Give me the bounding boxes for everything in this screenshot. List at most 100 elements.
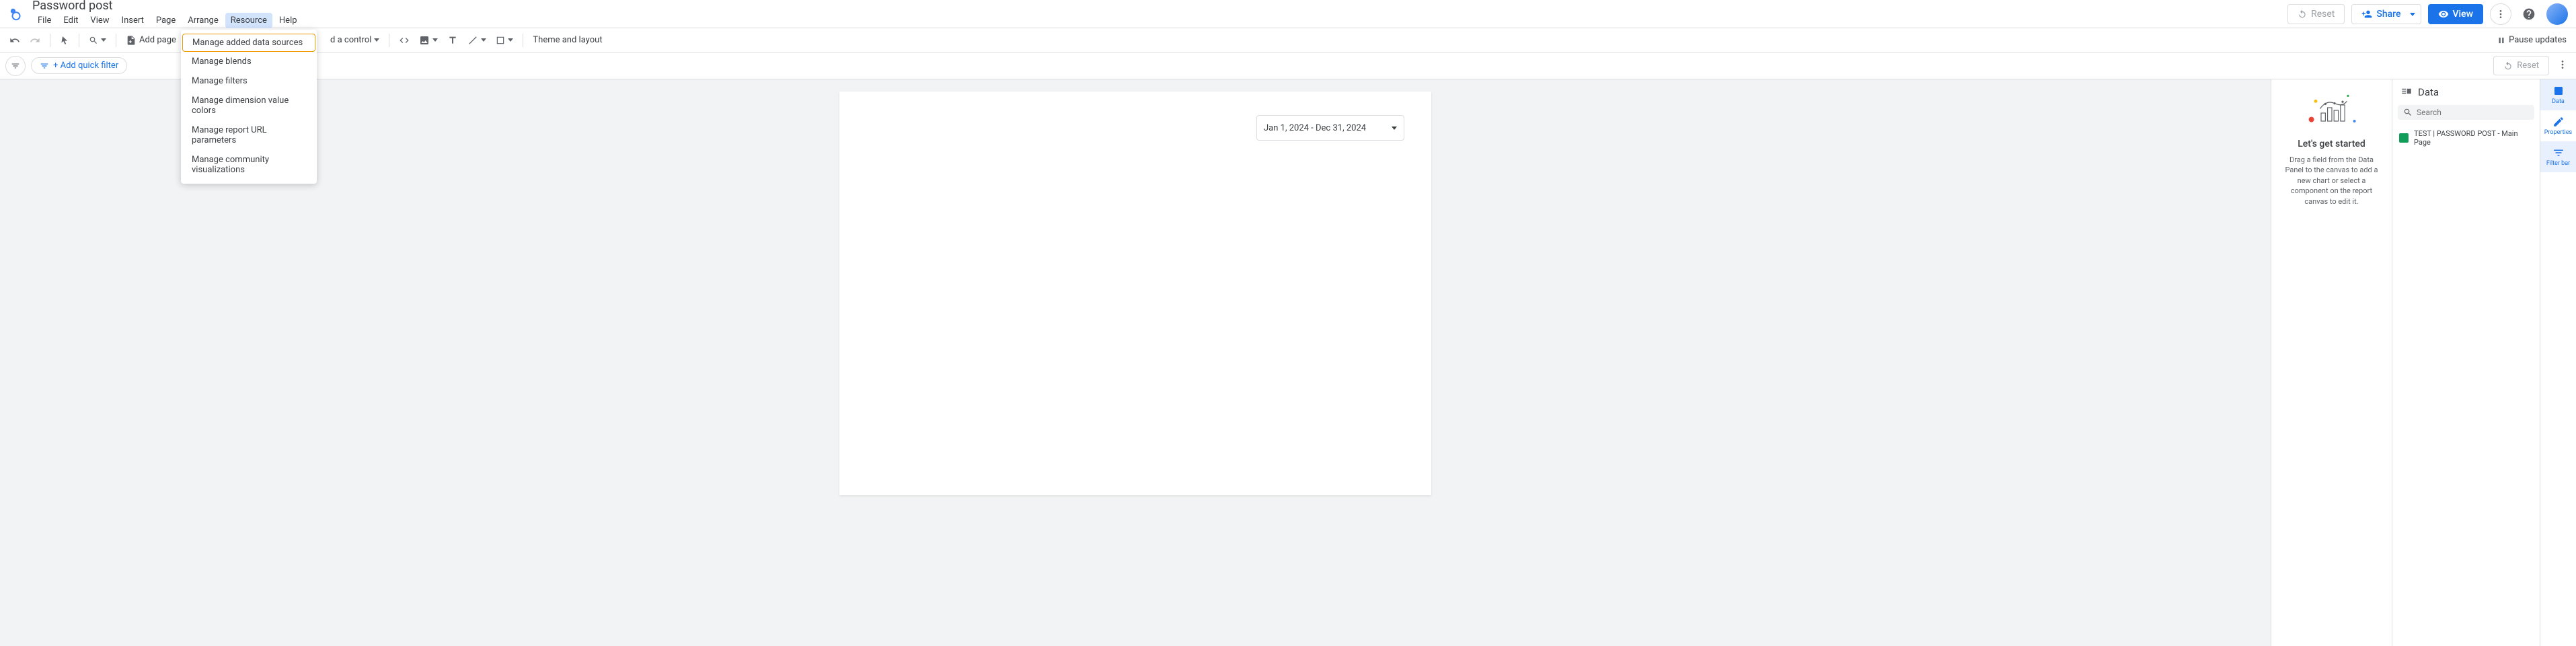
undo-icon: [9, 35, 20, 46]
square-icon: [496, 36, 505, 45]
date-range-control[interactable]: Jan 1, 2024 - Dec 31, 2024: [1256, 115, 1404, 141]
line-button[interactable]: [463, 32, 490, 48]
more-vert-icon: [2495, 9, 2506, 20]
menu-view[interactable]: View: [85, 13, 114, 28]
menu-resource[interactable]: Resource: [225, 13, 272, 28]
share-button[interactable]: Share: [2351, 4, 2411, 24]
cursor-icon: [60, 36, 69, 45]
rail-properties-label: Properties: [2544, 129, 2572, 136]
line-icon: [467, 35, 478, 46]
data-search-input[interactable]: [2417, 108, 2529, 117]
image-icon: [419, 35, 430, 46]
help-button[interactable]: [2518, 3, 2540, 25]
canvas-reset-label: Reset: [2517, 61, 2539, 71]
get-started-title: Let's get started: [2298, 139, 2365, 149]
filter-icon: [2552, 147, 2565, 159]
chevron-down-icon: [2410, 13, 2415, 16]
more-options-button[interactable]: [2490, 3, 2511, 25]
dropdown-manage-dimension-colors[interactable]: Manage dimension value colors: [181, 91, 317, 120]
pause-updates-button[interactable]: Pause updates: [2493, 32, 2571, 48]
rail-filterbar-label: Filter bar: [2546, 160, 2570, 167]
chevron-down-icon: [481, 38, 486, 42]
user-avatar[interactable]: [2546, 3, 2568, 25]
resource-dropdown: Manage added data sources Manage blends …: [181, 30, 317, 184]
canvas-more-button[interactable]: [2554, 57, 2571, 75]
dropdown-manage-url-params[interactable]: Manage report URL parameters: [181, 120, 317, 150]
view-button[interactable]: View: [2428, 4, 2484, 24]
filter-icon: [11, 61, 20, 71]
undo-icon: [2298, 9, 2307, 19]
dropdown-manage-data-sources[interactable]: Manage added data sources: [182, 34, 315, 52]
data-search-box[interactable]: [2398, 105, 2534, 120]
dropdown-manage-blends[interactable]: Manage blends: [181, 52, 317, 71]
reset-label: Reset: [2311, 9, 2335, 20]
redo-icon: [30, 35, 40, 46]
code-icon: [399, 35, 410, 46]
doc-title[interactable]: Password post: [32, 0, 303, 13]
undo-icon: [2503, 61, 2513, 71]
data-panel-icon: [2400, 86, 2413, 98]
eye-icon: [2438, 9, 2449, 20]
dropdown-manage-community-viz[interactable]: Manage community visualizations: [181, 150, 317, 180]
reset-button[interactable]: Reset: [2287, 4, 2345, 24]
url-embed-button[interactable]: [395, 32, 414, 48]
undo-button[interactable]: [5, 32, 24, 48]
image-button[interactable]: [415, 32, 442, 48]
rail-filterbar-tab[interactable]: Filter bar: [2540, 141, 2576, 172]
data-panel: Data TEST | PASSWORD POST - Main Page: [2392, 79, 2540, 646]
add-page-label: Add page: [139, 35, 176, 45]
get-started-panel: Let's get started Drag a field from the …: [2271, 79, 2392, 646]
pencil-icon: [2552, 116, 2565, 128]
report-canvas[interactable]: Jan 1, 2024 - Dec 31, 2024: [839, 92, 1431, 495]
rail-data-tab[interactable]: Data: [2540, 79, 2576, 110]
canvas-area[interactable]: Jan 1, 2024 - Dec 31, 2024: [0, 79, 2271, 646]
sheets-icon: [2399, 133, 2409, 143]
rail-data-label: Data: [2552, 98, 2565, 105]
text-icon: [447, 35, 458, 46]
theme-layout-label: Theme and layout: [533, 35, 602, 45]
add-quick-filter-button[interactable]: + Add quick filter: [31, 57, 127, 74]
data-icon: [2552, 85, 2565, 97]
add-control-button-partial[interactable]: d a control: [326, 32, 383, 48]
filter-button[interactable]: [5, 56, 26, 76]
more-vert-icon: [2557, 59, 2568, 70]
share-label: Share: [2376, 9, 2400, 20]
add-quick-filter-label: + Add quick filter: [53, 61, 118, 71]
menu-file[interactable]: File: [32, 13, 56, 28]
chevron-down-icon: [101, 38, 106, 42]
rail-properties-tab[interactable]: Properties: [2540, 110, 2576, 141]
theme-layout-button[interactable]: Theme and layout: [529, 32, 606, 48]
chevron-down-icon: [374, 38, 379, 42]
add-control-label: d a control: [330, 35, 371, 45]
right-rail: Data Properties Filter bar: [2540, 79, 2576, 646]
menubar: File Edit View Insert Page Arrange Resou…: [32, 13, 303, 28]
chart-illustration-icon: [2305, 90, 2359, 131]
menu-page[interactable]: Page: [151, 13, 181, 28]
share-dropdown-button[interactable]: [2404, 4, 2421, 24]
selection-tool[interactable]: [56, 33, 73, 48]
shape-button[interactable]: [492, 33, 517, 48]
person-add-icon: [2361, 9, 2372, 20]
help-icon: [2522, 7, 2536, 21]
data-source-item[interactable]: TEST | PASSWORD POST - Main Page: [2392, 125, 2540, 151]
pause-updates-label: Pause updates: [2509, 35, 2567, 45]
zoom-icon: [89, 36, 98, 45]
data-source-label: TEST | PASSWORD POST - Main Page: [2414, 129, 2533, 147]
chevron-down-icon: [1392, 127, 1397, 130]
text-button[interactable]: [443, 32, 462, 48]
menu-help[interactable]: Help: [274, 13, 303, 28]
redo-button[interactable]: [26, 32, 44, 48]
add-page-button[interactable]: Add page: [122, 32, 180, 48]
canvas-reset-button[interactable]: Reset: [2493, 56, 2549, 75]
chevron-down-icon: [508, 38, 513, 42]
menu-arrange[interactable]: Arrange: [182, 13, 223, 28]
menu-edit[interactable]: Edit: [58, 13, 83, 28]
menu-insert[interactable]: Insert: [116, 13, 149, 28]
data-panel-title: Data: [2418, 86, 2439, 98]
zoom-button[interactable]: [85, 33, 110, 48]
search-icon: [2403, 108, 2413, 117]
chevron-down-icon: [432, 38, 438, 42]
dropdown-manage-filters[interactable]: Manage filters: [181, 71, 317, 91]
looker-studio-logo[interactable]: [8, 6, 24, 22]
get-started-desc: Drag a field from the Data Panel to the …: [2279, 155, 2384, 207]
